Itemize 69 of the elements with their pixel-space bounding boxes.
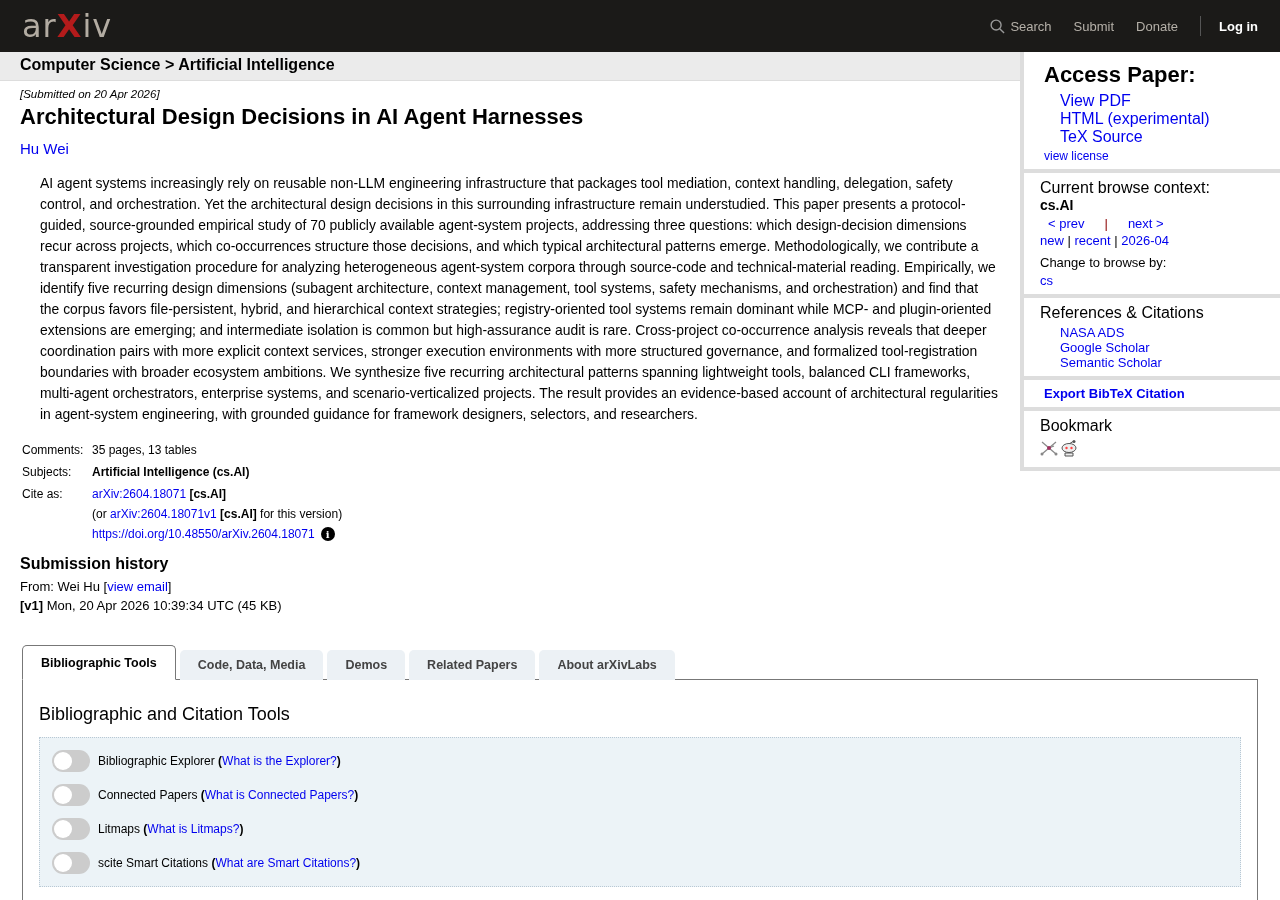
reference-link[interactable]: Google Scholar [1060,340,1266,355]
reference-link[interactable]: Semantic Scholar [1060,355,1266,370]
tools-heading: Bibliographic and Citation Tools [39,704,291,725]
search-icon [990,18,1006,34]
license-link[interactable]: view license [1040,149,1109,163]
help-link[interactable]: What is Connected Papers? [204,788,355,802]
tool-label: scite Smart Citations (What are Smart Citations?) [98,856,361,870]
category-link[interactable]: cs [1040,273,1053,288]
metadata-label: Comments: [22,443,84,457]
toggle-switch[interactable] [52,852,90,874]
tab[interactable]: Related Papers [409,650,536,680]
search-link[interactable]: Search [990,18,1052,34]
separator: | [1066,233,1072,248]
change-label: Change to browse by: [1040,255,1168,270]
tab[interactable]: Bibliographic Tools [22,645,176,680]
access-link[interactable]: HTML (experimental) [1060,110,1266,128]
panel-heading: Access Paper: [1043,62,1197,88]
view-email-link[interactable]: view email [107,579,168,594]
panel-heading: Current browse context: [1040,179,1211,197]
info-icon[interactable]: i [320,527,335,541]
toggle-switch[interactable] [52,750,90,772]
toggle-switch[interactable] [52,818,90,840]
help-link[interactable]: What are Smart Citations? [215,856,357,870]
help-link[interactable]: What is Litmaps? [147,822,240,836]
author-link[interactable]: Hu Wei [20,140,69,157]
reference-link[interactable]: NASA ADS [1060,325,1266,340]
tab[interactable]: About arXivLabs [539,650,675,680]
pager-link[interactable]: next > [1127,216,1164,231]
panel-heading: References & Citations [1040,304,1205,322]
access-link[interactable]: TeX Source [1060,128,1266,146]
metadata-label: Cite as: [22,487,63,501]
list-link[interactable]: new [1040,233,1064,248]
tool-label: Litmaps (What is Litmaps?) [98,822,244,836]
separator: | [1113,233,1119,248]
tab[interactable]: Demos [327,650,406,680]
pager-link[interactable]: < prev [1048,216,1085,231]
panel-heading: Bookmark [1040,417,1114,435]
tool-label: Connected Papers (What is Connected Papers?) [98,788,359,802]
nav-link[interactable]: Donate [1136,18,1178,34]
version-line: [v1] Mon, 20 Apr 2026 10:39:34 UTC (45 KB) [20,597,283,615]
toggle-switch[interactable] [52,784,90,806]
separator: | [1104,216,1108,231]
nav-link[interactable]: Submit [1073,18,1115,34]
logo[interactable]: arXiv [22,7,113,45]
list-link[interactable]: 2026-04 [1121,233,1169,248]
citation-link[interactable]: arXiv:2604.18071v1 [110,507,217,521]
context-label: cs.AI [1040,197,1075,213]
metadata-value: 35 pages, 13 tables [92,443,197,457]
breadcrumb: Computer Science > Artificial Intelligence [0,52,1020,81]
robot-icon[interactable] [1060,439,1078,457]
metadata-value: arXiv:2604.18071 [cs.AI] [92,487,227,501]
abstract: AI agent systems increasingly rely on reusable non-LLM engineering infrastructure that packages tool mediation, context handling, delegation, safety control, and orchestration. Yet the architectural design decisions in this surrounding infrastructure remain understudied. This paper presents a protocol-guided, source-grounded empirical study of 70 publicly available agent-system projects, addressing three questions: which design-decision dimensions recur across projects, which co-occurrences structure those decisions, and which typical architectural patterns emerge. Methodologically, we contribute a transparent investigation procedure for analyzing heterogeneous agent-system corpora through source-code and technical-material reading. Empirically, we identify five recurring design dimensions (subagent architecture, context management, tool systems, safety mechanisms, and orchestration) and find that the corpus favors file-persistent, hybrid, and hierarchical context strategies; registry-oriented tool systems remain dominant while MCP- and plugin-oriented extensions are emerging; and intermediate isolation is common but high-assurance audit is rare. Cross-project co-occurrence analysis reveals that deeper coordination pairs with more explicit context services, stronger execution environments with more structured governance, and formalized tool-registration boundaries with broader ecosystem ambitions. We synthesize five recurring architectural patterns spanning lightweight tools, balanced CLI frameworks, multi-agent orchestrators, enterprise systems, and scenario-verticalized projects. The result provides an evidence-based account of architectural regularities in agent-system engineering, with grounded guidance for framework designers, selectors, and researchers. [40,174,999,424]
login-link[interactable]: Log in [1219,18,1258,34]
submitter-line: From: Wei Hu [view email] [20,578,173,596]
citation-link[interactable]: https://doi.org/10.48550/arXiv.2604.18071 [92,527,315,541]
tab[interactable]: Code, Data, Media [179,650,324,680]
list-link[interactable]: recent [1074,233,1111,248]
paper-title: Architectural Design Decisions in AI Agent Harnesses [20,104,585,130]
citation-link[interactable]: arXiv:2604.18071 [92,487,187,501]
network-icon[interactable] [1040,440,1058,456]
tool-label: Bibliographic Explorer (What is the Explorer?) [98,754,341,768]
submission-date: [Submitted on 20 Apr 2026] [20,88,161,100]
help-link[interactable]: What is the Explorer? [222,754,337,768]
metadata-value: (or arXiv:2604.18071v1 [cs.AI] for this version) [92,507,343,521]
metadata-value: Artificial Intelligence (cs.AI) [92,465,250,479]
metadata-label: Subjects: [22,465,72,479]
export-link[interactable]: Export BibTeX Citation [1044,386,1266,401]
section-heading: Submission history [20,555,170,573]
access-link[interactable]: View PDF [1060,92,1266,110]
